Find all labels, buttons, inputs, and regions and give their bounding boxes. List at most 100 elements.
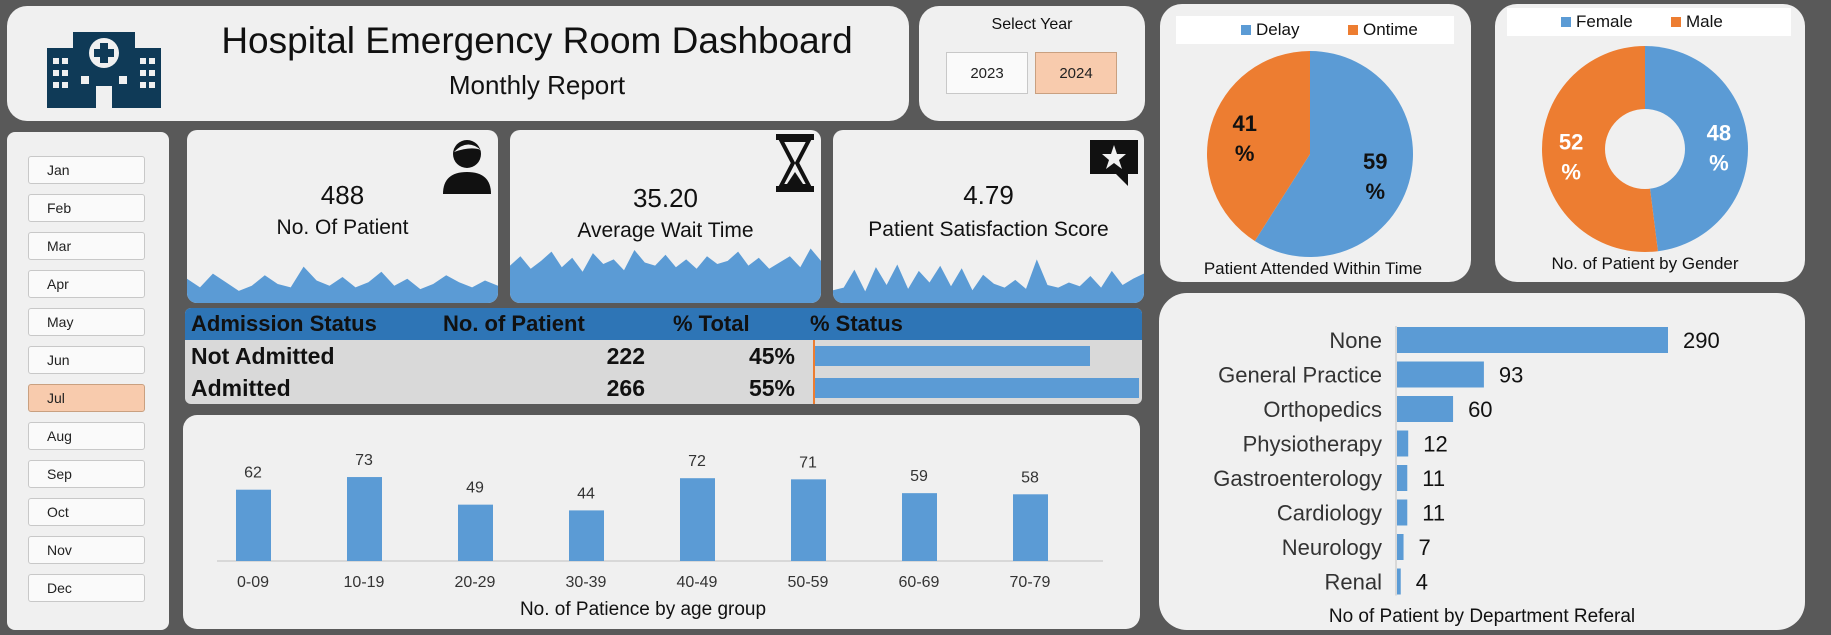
dept-bar-value: 12	[1423, 432, 1447, 457]
age-tick-label: 20-29	[455, 574, 496, 591]
dept-chart-title: No of Patient by Department Referal	[1329, 606, 1635, 627]
header-pct-total: % Total	[673, 311, 750, 336]
admission-table: Admission Status No. of Patient % Total …	[185, 308, 1142, 404]
month-button-feb[interactable]: Feb	[28, 194, 145, 222]
attended-pie-chart: Delay Ontime59 %41 %Patient Attended Within…	[1176, 16, 1454, 278]
kpi-patients-label: No. Of Patient	[276, 216, 409, 239]
pie-chart-title: Patient Attended Within Time	[1204, 259, 1422, 278]
patients-sparkline	[187, 266, 498, 303]
month-button-jul[interactable]: Jul	[28, 384, 145, 412]
dept-category-label: Gastroenterology	[1213, 466, 1382, 491]
age-bar-value: 59	[910, 468, 928, 485]
dept-bar	[1397, 534, 1404, 560]
row-status: Admitted	[191, 375, 291, 401]
page-title: Hospital Emergency Room Dashboard	[221, 20, 853, 61]
age-tick-label: 50-59	[788, 574, 829, 591]
legend-label: Delay	[1256, 20, 1300, 39]
satisfaction-sparkline	[833, 259, 1144, 303]
age-bar-value: 62	[244, 465, 262, 482]
legend-label: Female	[1576, 12, 1633, 31]
pie-gender-card: Female Male 48% 52% No. of Patient by Gender	[1495, 4, 1805, 282]
dept-category-label: Orthopedics	[1263, 397, 1382, 422]
age-bar-value: 58	[1021, 469, 1039, 486]
wait-sparkline	[510, 248, 821, 303]
month-button-oct[interactable]: Oct	[28, 498, 145, 526]
donut-hole	[1605, 109, 1685, 189]
hospital-icon	[47, 32, 161, 108]
status-bar	[814, 378, 1139, 398]
month-button-apr[interactable]: Apr	[28, 270, 145, 298]
kpi-satisfaction-card: 4.79 Patient Satisfaction Score	[833, 130, 1144, 303]
dept-bar-value: 93	[1499, 363, 1523, 388]
year-button-2024[interactable]: 2024	[1035, 52, 1117, 94]
dept-bar-value: 60	[1468, 397, 1492, 422]
row-pct: 45%	[748, 343, 795, 369]
month-button-sep[interactable]: Sep	[28, 460, 145, 488]
header-card: Hospital Emergency Room Dashboard Monthl…	[7, 6, 909, 121]
dept-bar-value: 11	[1422, 466, 1445, 491]
dept-category-label: Renal	[1325, 570, 1382, 595]
age-bar-value: 72	[688, 453, 706, 470]
age-bar	[791, 479, 826, 561]
legend-swatch	[1561, 17, 1571, 27]
pie-chart-title: No. of Patient by Gender	[1551, 254, 1738, 273]
table-row: Not Admitted 222 45%	[185, 340, 1142, 372]
header-patient-count: No. of Patient	[443, 311, 585, 336]
legend-swatch	[1348, 25, 1358, 35]
dept-bar	[1397, 396, 1454, 422]
age-bar	[902, 493, 937, 561]
dept-category-label: Cardiology	[1277, 501, 1382, 526]
kpi-wait-card: 35.20 Average Wait Time	[510, 130, 821, 303]
pie-time-card: Delay Ontime 59% 41% Patient Attended Within…	[1160, 4, 1471, 282]
age-tick-label: 0-09	[237, 574, 269, 591]
month-button-mar[interactable]: Mar	[28, 232, 145, 260]
status-bar	[814, 346, 1090, 366]
row-patients: 266	[606, 375, 645, 401]
gender-donut-chart: Female Male48 %52 %No. of Patient by Gender	[1507, 8, 1791, 273]
month-button-jan[interactable]: Jan	[28, 156, 145, 184]
row-pct: 55%	[748, 375, 795, 401]
table-row: Admitted 266 55%	[185, 372, 1142, 404]
year-label-2024: 2024	[1059, 65, 1093, 82]
month-button-nov[interactable]: Nov	[28, 536, 145, 564]
dept-bar-value: 4	[1416, 570, 1428, 595]
kpi-wait-value: 35.20	[632, 183, 699, 213]
kpi-wait-label: Average Wait Time	[577, 219, 754, 242]
header-admission-status: Admission Status	[191, 311, 377, 336]
age-bar	[569, 510, 604, 561]
month-button-jun[interactable]: Jun	[28, 346, 145, 374]
age-chart-card: 62 0-09 73 10-19 49 20-29 44 30-39 72 40-49 71 50-5…	[183, 415, 1140, 629]
age-chart-title: No. of Patience by age group	[520, 599, 766, 620]
dept-bar	[1397, 499, 1408, 526]
age-bar	[236, 489, 271, 561]
month-button-aug[interactable]: Aug	[28, 422, 145, 450]
year-selector-label: Select Year	[991, 16, 1073, 33]
page-subtitle: Monthly Report	[448, 70, 626, 100]
status-axis-line	[813, 340, 815, 404]
row-status: Not Admitted	[191, 343, 335, 369]
dept-bar	[1397, 465, 1408, 491]
legend-label: Male	[1686, 12, 1723, 31]
month-button-may[interactable]: May	[28, 308, 145, 336]
kpi-patients-value: 488	[320, 180, 365, 210]
dept-bar	[1397, 430, 1409, 457]
age-tick-label: 40-49	[677, 574, 718, 591]
department-referral-chart: 290 None 93 General Practice 60 Orthopedics 12…	[1213, 326, 1720, 627]
age-bar-value: 71	[799, 454, 817, 471]
dept-category-label: Neurology	[1282, 535, 1382, 560]
age-tick-label: 70-79	[1010, 574, 1051, 591]
year-button-2023[interactable]: 2023	[946, 52, 1028, 94]
dept-bar-value: 7	[1419, 535, 1431, 560]
age-tick-label: 10-19	[344, 574, 385, 591]
legend-box	[1507, 8, 1791, 36]
dept-bar	[1397, 327, 1668, 353]
legend-swatch	[1671, 17, 1681, 27]
age-bar	[1013, 494, 1048, 561]
year-label-2023: 2023	[970, 65, 1004, 82]
dept-chart-card: 290 None 93 General Practice 60 Orthopedics 12…	[1159, 293, 1805, 630]
kpi-satisfaction-value: 4.79	[963, 180, 1014, 210]
admission-header-row: Admission Status No. of Patient % Total …	[185, 308, 1142, 340]
age-bar-value: 44	[577, 485, 595, 502]
age-bar-value: 49	[466, 480, 484, 497]
month-button-dec[interactable]: Dec	[28, 574, 145, 602]
